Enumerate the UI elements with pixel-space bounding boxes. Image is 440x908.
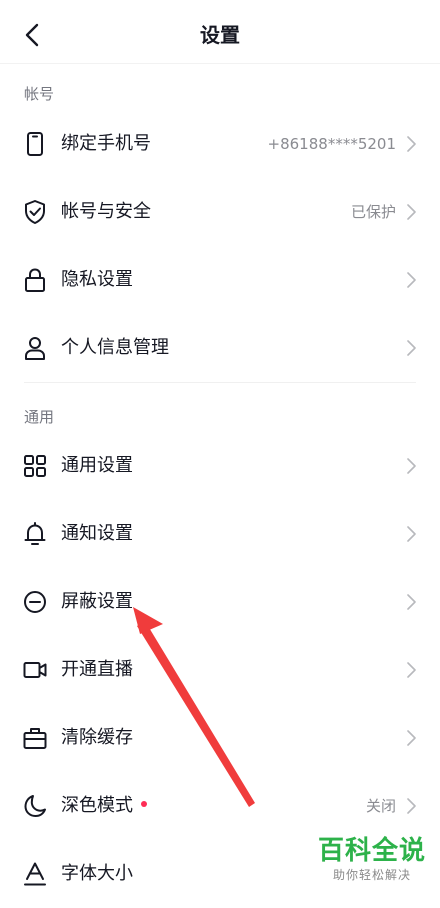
setting-label: 个人信息管理 xyxy=(61,337,169,358)
setting-block[interactable]: 屏蔽设置 xyxy=(0,568,440,636)
section-divider xyxy=(24,382,416,383)
bell-icon xyxy=(24,522,46,545)
dark-mode-status-value: 关闭 xyxy=(365,797,396,815)
section-title-general: 通用 xyxy=(24,408,55,426)
chevron-right-icon xyxy=(407,526,416,542)
setting-privacy[interactable]: 隐私设置 xyxy=(0,246,440,314)
setting-account-security[interactable]: 帐号与安全 已保护 xyxy=(0,178,440,246)
video-icon xyxy=(23,662,47,678)
font-icon xyxy=(24,862,46,886)
security-status-value: 已保护 xyxy=(350,203,396,221)
moon-icon xyxy=(24,795,46,817)
setting-label: 通用设置 xyxy=(61,455,133,476)
setting-label: 字体大小 xyxy=(61,863,133,884)
chevron-right-icon xyxy=(407,798,416,814)
setting-label: 屏蔽设置 xyxy=(61,591,133,612)
chevron-right-icon xyxy=(407,730,416,746)
setting-label: 清除缓存 xyxy=(61,727,133,748)
top-bar: 设置 xyxy=(0,0,440,64)
phone-icon xyxy=(27,132,43,156)
shield-icon xyxy=(25,200,45,224)
setting-live-stream[interactable]: 开通直播 xyxy=(0,636,440,704)
phone-number-value: +86188****5201 xyxy=(267,135,396,153)
setting-clear-cache[interactable]: 清除缓存 xyxy=(0,704,440,772)
chevron-right-icon xyxy=(407,136,416,152)
watermark: 百科全说 助你轻松解决 xyxy=(318,836,426,884)
block-icon xyxy=(24,591,46,613)
watermark-slogan: 助你轻松解决 xyxy=(332,868,411,882)
setting-label: 隐私设置 xyxy=(61,269,133,290)
setting-bind-phone[interactable]: 绑定手机号 +86188****5201 xyxy=(0,110,440,178)
header-divider xyxy=(0,63,440,64)
chevron-right-icon xyxy=(407,204,416,220)
setting-label-with-badge: 深色模式 xyxy=(61,772,147,840)
watermark-logo-text: 百科全说 xyxy=(317,836,426,866)
chevron-right-icon xyxy=(407,594,416,610)
chevron-right-icon xyxy=(407,340,416,356)
setting-label: 绑定手机号 xyxy=(61,133,151,154)
setting-label: 深色模式 xyxy=(61,795,133,816)
lock-icon xyxy=(25,268,45,292)
section-title-account: 帐号 xyxy=(24,85,55,103)
setting-notifications[interactable]: 通知设置 xyxy=(0,500,440,568)
grid-icon xyxy=(24,455,46,477)
red-dot-badge xyxy=(141,801,147,807)
setting-label: 帐号与安全 xyxy=(61,201,151,222)
setting-general[interactable]: 通用设置 xyxy=(0,432,440,500)
setting-personal-info[interactable]: 个人信息管理 xyxy=(0,314,440,382)
setting-label: 开通直播 xyxy=(61,659,133,680)
person-icon xyxy=(25,337,45,360)
chevron-right-icon xyxy=(407,662,416,678)
page-title: 设置 xyxy=(200,23,240,47)
briefcase-icon xyxy=(23,728,47,749)
chevron-right-icon xyxy=(407,458,416,474)
setting-label: 通知设置 xyxy=(61,523,133,544)
chevron-right-icon xyxy=(407,272,416,288)
setting-dark-mode[interactable]: 深色模式 关闭 xyxy=(0,772,440,840)
